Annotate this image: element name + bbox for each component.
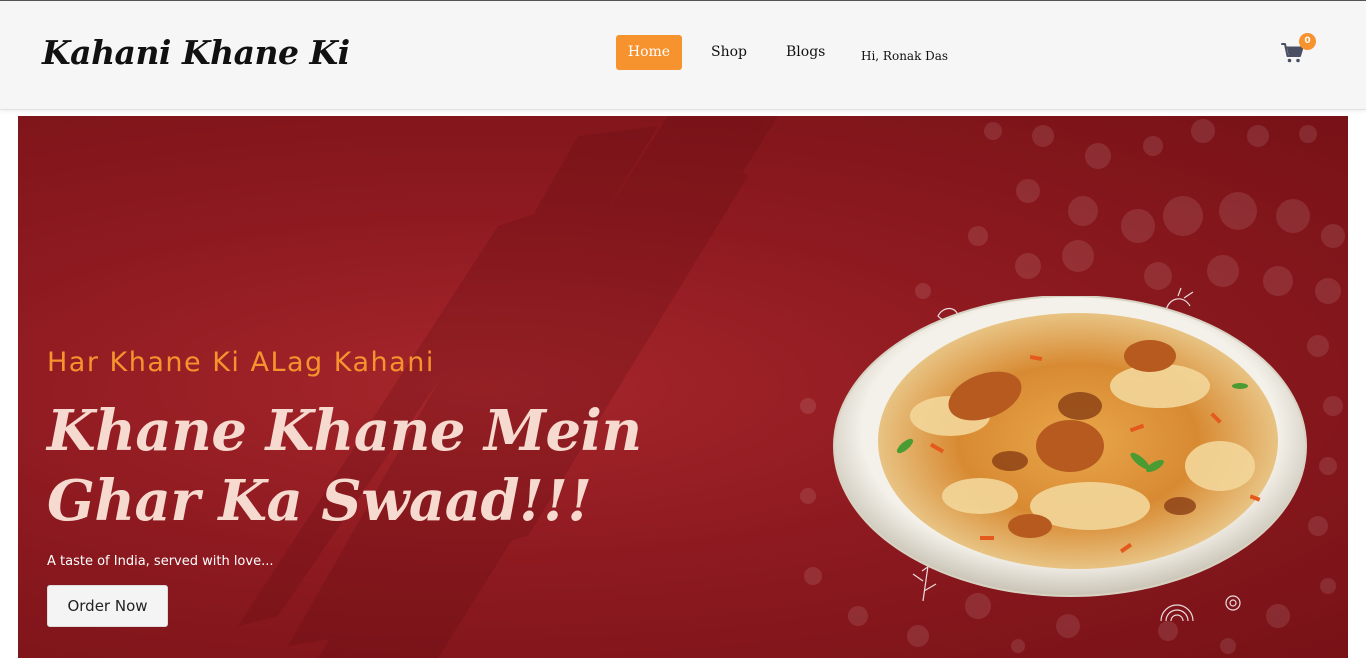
user-greeting: Hi, Ronak Das xyxy=(861,49,949,63)
nav-shop-link[interactable]: Shop xyxy=(711,35,747,70)
order-now-button[interactable]: Order Now xyxy=(47,585,168,627)
hero-subtitle: A taste of India, served with love... xyxy=(47,554,274,569)
navbar: Kahani Khane Ki Home Shop Blogs Hi, Rona… xyxy=(0,1,1366,110)
cart-button[interactable]: 0 xyxy=(1281,33,1316,67)
biryani-plate-image xyxy=(833,296,1307,597)
cart-count-badge: 0 xyxy=(1299,33,1316,50)
nav-home-link[interactable]: Home xyxy=(616,35,682,70)
nav-blogs-link[interactable]: Blogs xyxy=(786,35,825,70)
hero-banner: Har Khane Ki ALag Kahani Khane Khane Mei… xyxy=(18,116,1348,658)
brand-logo[interactable]: Kahani Khane Ki xyxy=(42,33,350,72)
hero-tagline: Har Khane Ki ALag Kahani xyxy=(47,347,435,378)
hero-headline: Khane Khane Mein Ghar Ka Swaad!!! xyxy=(47,398,642,534)
